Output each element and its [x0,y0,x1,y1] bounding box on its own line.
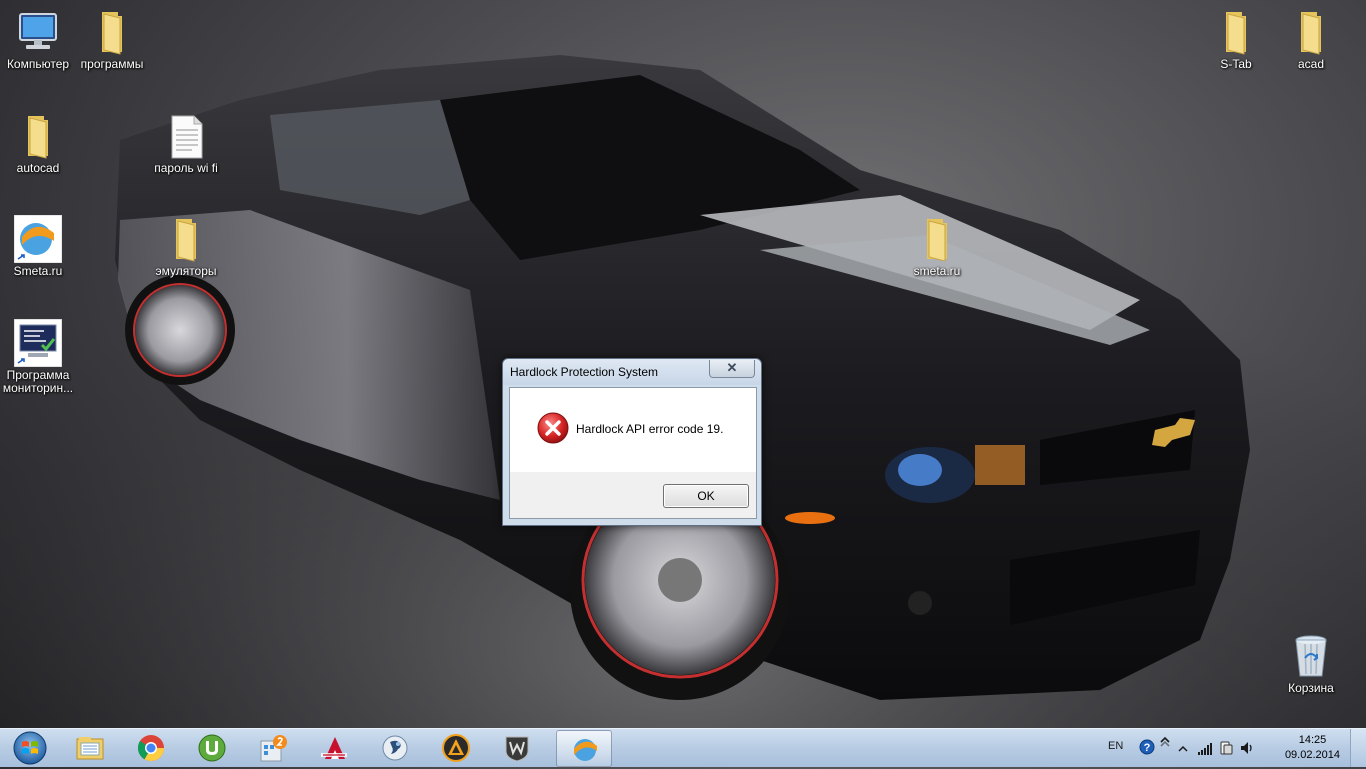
taskbar-autocad[interactable] [306,730,360,765]
autocad-folder[interactable]: autocad [0,112,76,175]
messenger-icon [382,735,408,761]
clock-date: 09.02.2014 [1284,749,1340,761]
emulators-folder[interactable]: эмуляторы [148,215,224,278]
smeta-icon [574,739,597,761]
text-file-icon [162,112,210,160]
ok-button[interactable]: OK [663,484,749,508]
language-indicator[interactable]: EN [1108,740,1123,752]
desktop-icon-label: эмуляторы [155,264,217,278]
error-icon [537,412,569,444]
smeta-folder[interactable]: smeta.ru [899,215,975,278]
taskbar-aimp[interactable] [428,730,482,765]
error-message: Hardlock API error code 19. [576,422,724,436]
recycle-bin[interactable]: Корзина [1273,632,1349,695]
chrome-icon [137,735,165,762]
programs-folder[interactable]: программы [74,8,150,71]
taskbar-explorer[interactable] [62,730,116,765]
windows-logo-icon [13,731,47,765]
desktop-icon-label: Компьютер [6,57,70,71]
recycle-bin-icon [1287,632,1335,680]
taskbar-world-of-tanks[interactable] [489,730,543,765]
signal-bars-icon[interactable] [1197,742,1213,756]
autocad-icon [321,737,347,759]
acad-folder[interactable]: acad [1273,8,1349,71]
show-desktop-button[interactable] [1350,729,1366,767]
desktop-icon-label: Smeta.ru [13,264,63,278]
computer-desktop-icon[interactable]: Компьютер [0,8,76,71]
explorer-icon [76,737,104,760]
desktop-icon-label: autocad [16,161,60,175]
device-icon[interactable] [1218,740,1234,756]
taskbar-utorrent[interactable] [184,730,238,765]
taskbar-messenger[interactable] [367,730,421,765]
desktop-icon-label: acad [1297,57,1325,71]
dialog-client-area: Hardlock API error code 19. OK [509,387,757,519]
aimp-icon [442,734,470,762]
system-tray: EN ? 14:25 09.02.2014 [1106,729,1366,767]
folder-icon [14,112,62,160]
svg-text:?: ? [1144,742,1151,754]
wifi-password-file[interactable]: пароль wi fi [148,112,224,175]
desktop-icon-label: S-Tab [1220,57,1252,71]
computer-icon [14,8,62,56]
taskbar: EN ? 14:25 09.02.2014 [0,728,1366,767]
folder-icon [162,215,210,263]
taskbar-smeta[interactable] [556,730,612,767]
desktop-icon-label: Корзина [1288,681,1334,695]
folder-icon [913,215,961,263]
dialog-message-area: Hardlock API error code 19. [510,388,756,472]
desktop-icon-label: пароль wi fi [154,161,218,175]
help-icon[interactable]: ? [1139,739,1155,755]
folder-icon [1287,8,1335,56]
smeta-ru-icon [14,215,62,263]
desktop-icon-label: программы [80,57,144,71]
clock[interactable]: 14:25 09.02.2014 [1285,733,1340,763]
folder-icon [88,8,136,56]
folder-icon [1212,8,1260,56]
network-sync-icon[interactable] [1158,735,1172,749]
speaker-icon[interactable] [1239,740,1255,756]
taskbar-tasks[interactable] [245,730,299,765]
desktop-icon-label: Программа мониторин... [2,368,74,395]
utorrent-icon [198,734,226,762]
start-button[interactable] [2,730,58,766]
tasks-icon [260,735,287,762]
hardlock-error-dialog: Hardlock Protection System ✕ Hardlock AP… [502,358,762,526]
close-icon: ✕ [726,360,738,375]
monitoring-program-shortcut[interactable]: Программа мониторин... [0,319,76,395]
smeta-shortcut[interactable]: Smeta.ru [0,215,76,278]
desktop-icon-label: smeta.ru [913,264,961,278]
show-hidden-icons[interactable] [1177,743,1189,755]
world-of-tanks-icon [505,736,529,762]
taskbar-chrome[interactable] [123,730,177,765]
clock-time: 14:25 [1298,734,1327,746]
s-tab-folder[interactable]: S-Tab [1198,8,1274,71]
dialog-close-button[interactable]: ✕ [709,360,755,378]
monitoring-program-icon [14,319,62,367]
